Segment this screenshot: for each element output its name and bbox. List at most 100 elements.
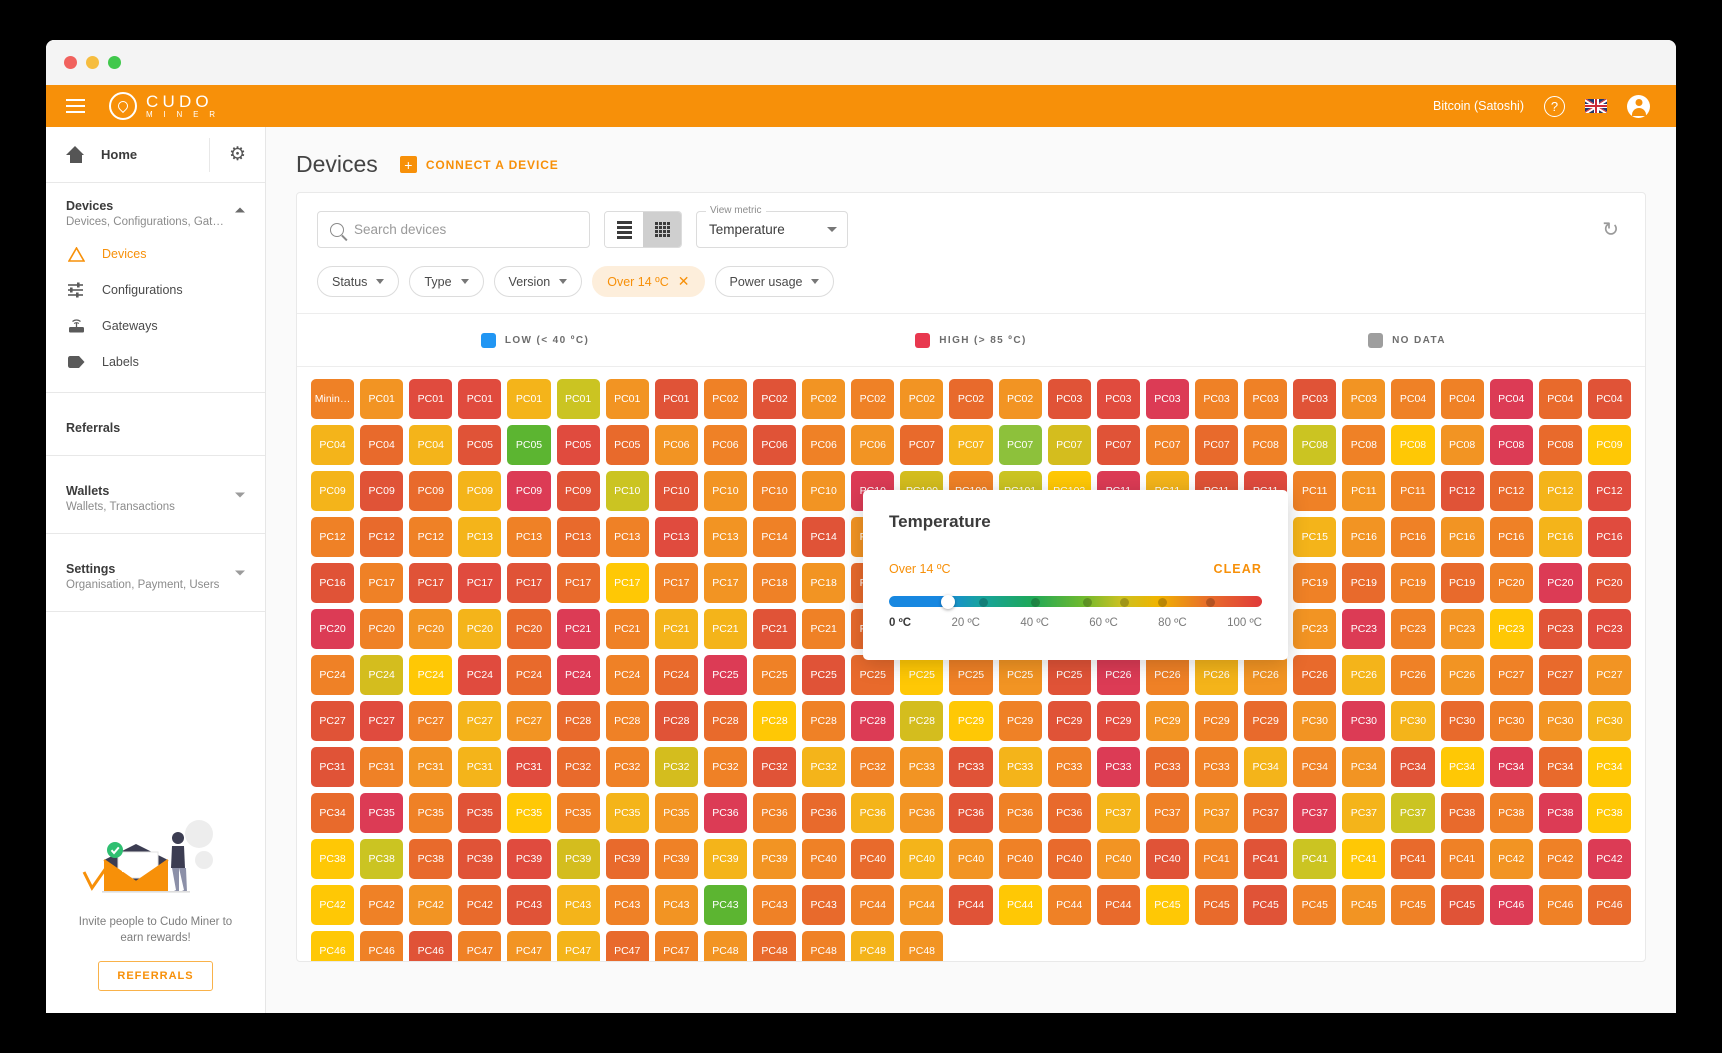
device-tile[interactable]: PC03 [1194,379,1239,419]
device-tile[interactable]: PC32 [851,747,895,787]
device-tile[interactable]: PC25 [752,655,797,695]
device-tile[interactable]: PC38 [1587,793,1631,833]
device-tile[interactable]: PC18 [752,563,797,603]
device-tile[interactable]: PC07 [1145,425,1189,465]
device-tile[interactable]: PC10 [752,471,797,511]
filter-chip-type[interactable]: Type [409,266,484,297]
device-tile[interactable]: PC04 [1391,379,1435,419]
device-tile[interactable]: PC09 [409,471,453,511]
device-tile[interactable]: PC44 [949,885,993,925]
device-tile[interactable]: PC23 [1440,609,1484,649]
device-tile[interactable]: PC42 [1587,839,1631,879]
device-tile[interactable]: PC43 [507,885,551,925]
device-tile[interactable]: PC40 [1047,839,1091,879]
device-tile[interactable]: PC45 [1293,885,1337,925]
device-tile[interactable]: PC39 [654,839,698,879]
device-tile[interactable]: PC17 [605,563,649,603]
device-tile[interactable]: PC32 [556,747,600,787]
device-tile[interactable]: PC07 [1194,425,1239,465]
device-tile[interactable]: PC09 [507,471,551,511]
device-tile[interactable]: PC48 [900,931,944,961]
referrals-button[interactable]: REFERRALS [98,961,213,991]
device-tile[interactable]: PC09 [458,471,502,511]
device-tile[interactable]: PC05 [556,425,600,465]
device-tile[interactable]: PC29 [1096,701,1140,741]
device-tile[interactable]: PC37 [1194,793,1239,833]
device-tile[interactable]: PC32 [605,747,649,787]
sidebar-settings-button[interactable]: ⚙ [209,137,265,172]
device-tile[interactable]: PC12 [1538,471,1582,511]
device-tile[interactable]: PC07 [1047,425,1091,465]
device-tile[interactable]: PC42 [409,885,453,925]
device-tile[interactable]: PC45 [1391,885,1435,925]
device-tile[interactable]: PC27 [360,701,404,741]
device-tile[interactable]: PC35 [507,793,551,833]
device-tile[interactable]: PC19 [1293,563,1337,603]
device-tile[interactable]: PC05 [507,425,551,465]
device-tile[interactable]: PC36 [752,793,797,833]
device-tile[interactable]: PC03 [1293,379,1337,419]
device-tile[interactable]: PC48 [802,931,846,961]
device-tile[interactable]: PC29 [1244,701,1288,741]
device-tile[interactable]: PC37 [1391,793,1435,833]
device-tile[interactable]: PC14 [802,517,846,557]
device-tile[interactable]: PC48 [851,931,895,961]
device-tile[interactable]: PC36 [851,793,895,833]
device-tile[interactable]: PC10 [703,471,747,511]
device-tile[interactable]: PC01 [507,379,551,419]
device-tile[interactable]: PC25 [851,655,895,695]
device-tile[interactable]: PC17 [360,563,404,603]
device-tile[interactable]: PC38 [1489,793,1533,833]
device-tile[interactable]: PC07 [1096,425,1140,465]
device-tile[interactable]: PC20 [360,609,404,649]
device-tile[interactable]: PC10 [605,471,649,511]
help-icon[interactable]: ? [1544,95,1565,117]
device-tile[interactable]: PC25 [949,655,993,695]
device-tile[interactable]: PC33 [1096,747,1140,787]
device-tile[interactable]: PC06 [703,425,747,465]
device-tile[interactable]: PC31 [409,747,453,787]
device-tile[interactable]: PC31 [507,747,551,787]
device-tile[interactable]: PC24 [556,655,600,695]
device-tile[interactable]: PC27 [409,701,453,741]
device-tile[interactable]: PC12 [360,517,404,557]
device-tile[interactable]: PC35 [556,793,600,833]
device-tile[interactable]: PC35 [360,793,404,833]
device-tile[interactable]: PC28 [851,701,895,741]
device-tile[interactable]: PC19 [1342,563,1386,603]
device-tile[interactable]: PC21 [703,609,747,649]
device-tile[interactable]: PC08 [1489,425,1533,465]
device-tile[interactable]: PC26 [1391,655,1435,695]
device-tile[interactable]: PC33 [1047,747,1091,787]
device-tile[interactable]: PC33 [1194,747,1239,787]
window-zoom-button[interactable] [108,56,121,69]
device-tile[interactable]: PC04 [1587,379,1631,419]
device-tile[interactable]: PC08 [1440,425,1484,465]
device-tile[interactable]: PC16 [1440,517,1484,557]
device-tile[interactable]: PC33 [1145,747,1189,787]
device-tile[interactable]: PC36 [998,793,1042,833]
device-tile[interactable]: PC37 [1342,793,1386,833]
device-tile[interactable]: PC32 [802,747,846,787]
device-tile[interactable]: PC27 [1538,655,1582,695]
device-tile[interactable]: PC18 [802,563,846,603]
device-tile[interactable]: PC27 [458,701,502,741]
device-tile[interactable]: PC48 [703,931,747,961]
device-tile[interactable]: PC16 [1489,517,1533,557]
sidebar-item-gateways[interactable]: Gateways [46,308,265,344]
device-tile[interactable]: PC23 [1342,609,1386,649]
device-tile[interactable]: PC02 [802,379,846,419]
device-tile[interactable]: PC28 [802,701,846,741]
device-tile[interactable]: PC39 [556,839,600,879]
device-tile[interactable]: PC08 [1244,425,1288,465]
device-tile[interactable]: PC35 [409,793,453,833]
device-tile[interactable]: PC47 [654,931,698,961]
device-tile[interactable]: PC23 [1538,609,1582,649]
device-tile[interactable]: PC24 [507,655,551,695]
device-tile[interactable]: PC45 [1440,885,1484,925]
device-tile[interactable]: PC21 [654,609,698,649]
device-tile[interactable]: PC10 [654,471,698,511]
connect-a-device-button[interactable]: + CONNECT A DEVICE [399,156,559,173]
device-tile[interactable]: PC30 [1391,701,1435,741]
device-tile[interactable]: PC03 [1342,379,1386,419]
